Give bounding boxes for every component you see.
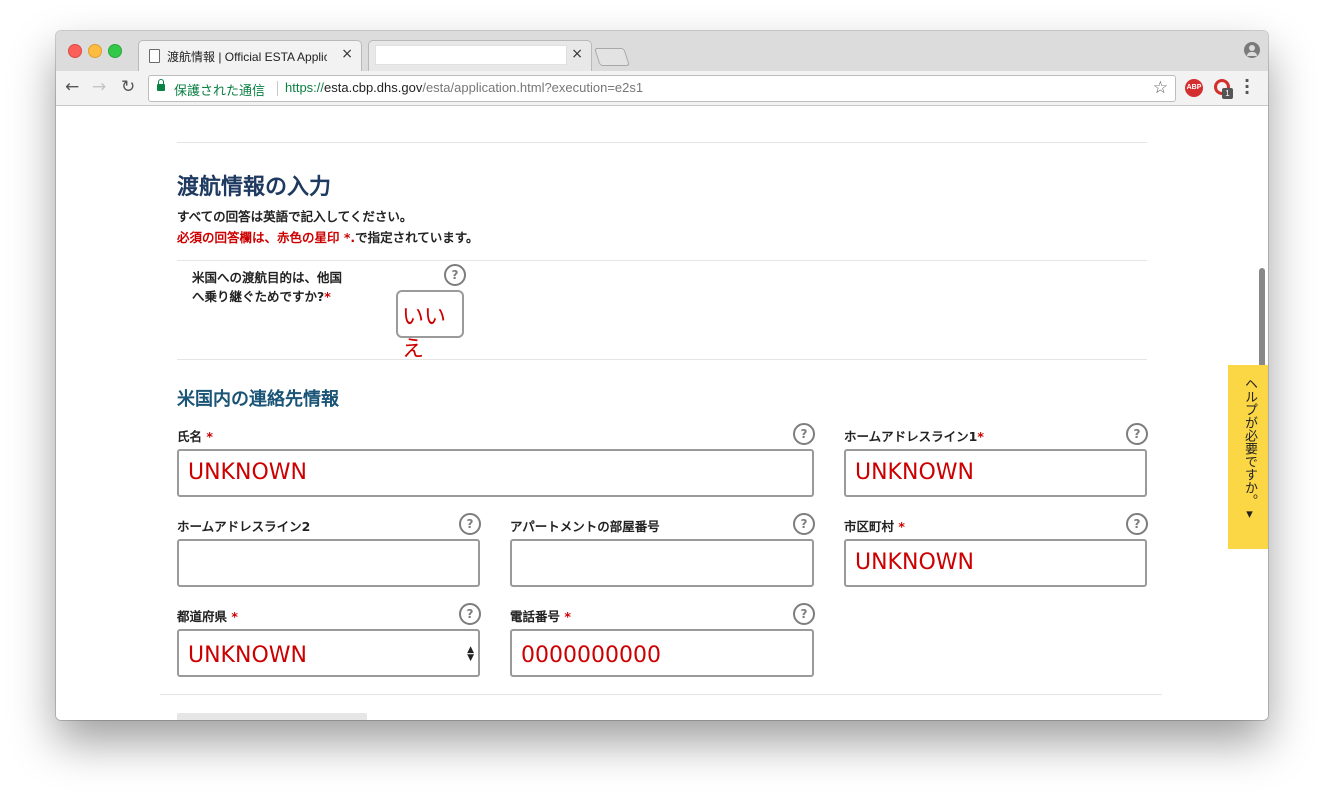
help-icon[interactable]: ?: [793, 513, 815, 535]
address2-label: ホームアドレスライン2: [177, 519, 311, 534]
browser-toolbar: ← → ↻ 保護された通信 https://esta.cbp.dhs.gov/e…: [56, 71, 1268, 106]
forward-arrow-icon[interactable]: →: [92, 77, 106, 97]
question-line2: へ乗り継ぐためですか?: [192, 289, 325, 304]
help-icon[interactable]: ?: [1126, 423, 1148, 445]
address1-input[interactable]: UNKNOWN: [844, 449, 1147, 497]
help-icon[interactable]: ?: [459, 513, 481, 535]
address1-label: ホームアドレスライン1*: [844, 426, 984, 445]
help-icon[interactable]: ?: [793, 423, 815, 445]
required-note-red: 必須の回答欄は、赤色の星印 *.: [177, 230, 356, 245]
close-tab-icon[interactable]: ×: [341, 46, 353, 62]
tab-title-placeholder: [375, 45, 567, 65]
phone-label-text: 電話番号: [510, 609, 561, 624]
secure-connection-label: 保護された通信: [174, 84, 266, 99]
minimize-window-button[interactable]: [88, 44, 102, 58]
tab-blank[interactable]: ×: [368, 40, 592, 72]
adblock-extension-icon[interactable]: ABP: [1185, 79, 1203, 97]
document-icon: [149, 49, 160, 63]
url-text[interactable]: https://esta.cbp.dhs.gov/esta/applicatio…: [285, 80, 643, 95]
name-label: 氏名 *: [177, 426, 213, 445]
browser-window: 渡航情報 | Official ESTA Applic × × ← → ↻ 保護…: [56, 31, 1268, 720]
url-host: esta.cbp.dhs.gov: [324, 80, 423, 95]
travel-info-title: 渡航情報の入力: [177, 175, 332, 200]
close-window-button[interactable]: [68, 44, 82, 58]
back-arrow-icon[interactable]: ←: [65, 77, 79, 97]
state-label-text: 都道府県: [177, 609, 228, 624]
help-tab-label: ヘルプが必要ですか。▾: [1242, 377, 1257, 522]
city-input[interactable]: UNKNOWN: [844, 539, 1147, 587]
state-select-value: UNKNOWN: [188, 643, 307, 668]
state-select[interactable]: UNKNOWN ▲ ▼: [177, 629, 480, 677]
help-icon[interactable]: ?: [459, 603, 481, 625]
required-star: *: [977, 429, 984, 444]
transit-answer-select[interactable]: いいえ: [396, 290, 464, 362]
close-tab-icon[interactable]: ×: [571, 46, 583, 62]
apartment-input[interactable]: [510, 539, 814, 587]
divider: [277, 81, 278, 96]
phone-input[interactable]: 0000000000: [510, 629, 814, 677]
help-icon[interactable]: ?: [1126, 513, 1148, 535]
tab-title: 渡航情報 | Official ESTA Applic: [167, 50, 327, 64]
apartment-label: アパートメントの部屋番号: [510, 519, 660, 534]
bookmark-star-icon[interactable]: ☆: [1153, 78, 1168, 98]
required-star: *: [898, 519, 905, 534]
transit-question-label: 米国への渡航目的は、他国 へ乗り継ぐためですか?*: [192, 268, 392, 306]
address2-input[interactable]: [177, 539, 480, 587]
lock-icon: [157, 79, 165, 91]
required-star: *: [324, 289, 331, 304]
question-line1: 米国への渡航目的は、他国: [192, 270, 343, 285]
zoom-window-button[interactable]: [108, 44, 122, 58]
city-label-text: 市区町村: [844, 519, 895, 534]
tab-esta[interactable]: 渡航情報 | Official ESTA Applic ×: [138, 40, 362, 72]
divider: [177, 359, 1147, 360]
required-note: 必須の回答欄は、赤色の星印 *.で指定されています。: [177, 227, 479, 246]
select-arrows-icon: ▲ ▼: [467, 645, 474, 663]
name-input[interactable]: UNKNOWN: [177, 449, 814, 497]
extension-badge: 1: [1222, 88, 1233, 99]
title-bar: 渡航情報 | Official ESTA Applic × ×: [56, 31, 1268, 72]
menu-icon[interactable]: · · ·: [1244, 73, 1250, 101]
city-label: 市区町村 *: [844, 516, 905, 535]
name-label-text: 氏名: [177, 429, 203, 444]
url-path: /esta/application.html?execution=e2s1: [422, 80, 644, 95]
required-star: *: [231, 609, 238, 624]
state-label: 都道府県 *: [177, 606, 238, 625]
help-tab[interactable]: ヘルプが必要ですか。▾: [1228, 365, 1268, 549]
reload-icon[interactable]: ↻: [121, 77, 135, 97]
divider: [160, 694, 1162, 695]
profile-icon[interactable]: [1244, 42, 1260, 58]
us-contact-title: 米国内の連絡先情報: [177, 389, 339, 410]
phone-label: 電話番号 *: [510, 606, 571, 625]
new-tab-button[interactable]: [594, 48, 630, 66]
next-section-heading-cut: [177, 713, 367, 720]
required-star: *: [564, 609, 571, 624]
help-icon[interactable]: ?: [793, 603, 815, 625]
page-content: 渡航情報の入力 すべての回答は英語で記入してください。 必須の回答欄は、赤色の星…: [56, 106, 1268, 720]
address1-label-text: ホームアドレスライン1: [844, 429, 978, 444]
intro-text: すべての回答は英語で記入してください。: [177, 209, 413, 224]
required-note-tail: で指定されています。: [355, 230, 479, 245]
help-icon[interactable]: ?: [444, 264, 466, 286]
url-scheme: https://: [285, 80, 325, 95]
divider: [177, 260, 1147, 261]
address-bar[interactable]: 保護された通信 https://esta.cbp.dhs.gov/esta/ap…: [148, 75, 1176, 102]
required-star: *: [206, 429, 213, 444]
divider: [177, 142, 1147, 143]
